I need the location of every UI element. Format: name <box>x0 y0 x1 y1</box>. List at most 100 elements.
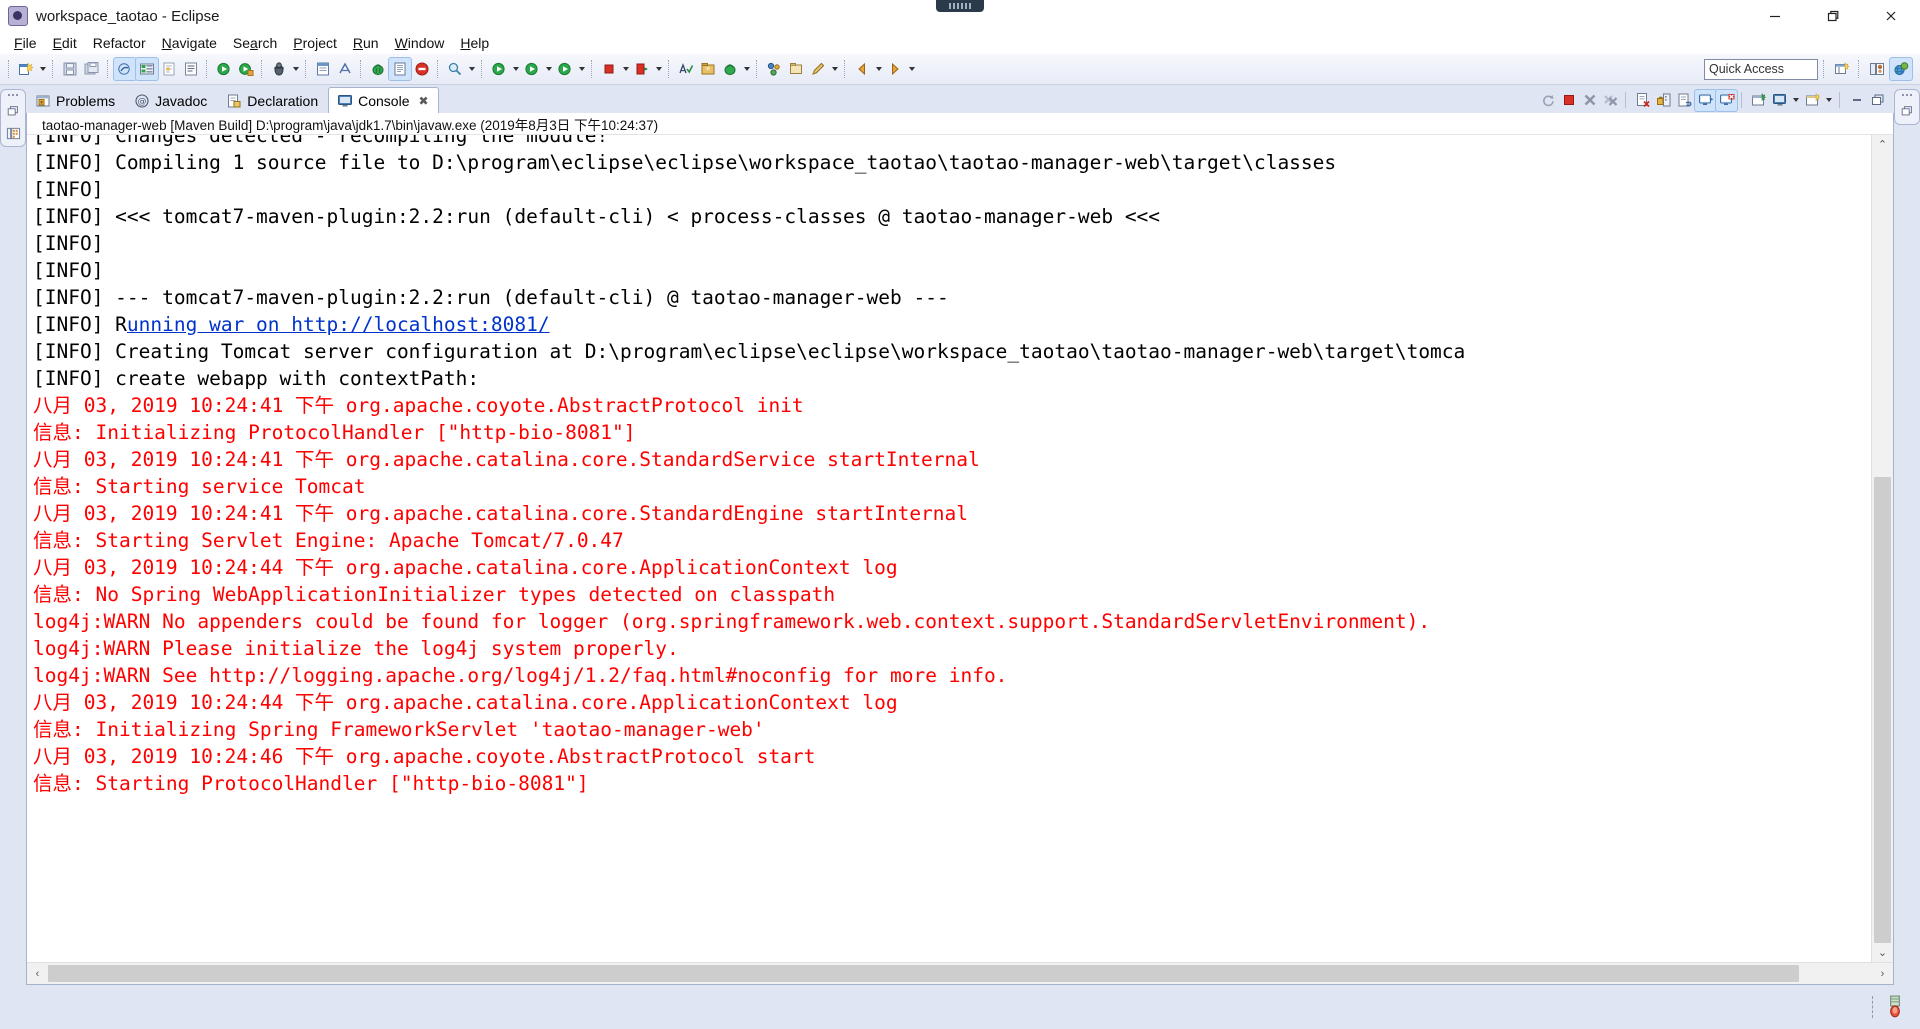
open-console-icon[interactable] <box>1802 90 1823 111</box>
display-selected-console-dropdown-arrow[interactable] <box>1790 90 1802 111</box>
pencil-dropdown-arrow[interactable] <box>829 58 840 80</box>
menu-project[interactable]: Project <box>285 33 345 53</box>
new-java-class-icon[interactable] <box>312 58 334 80</box>
external-tools-icon[interactable] <box>697 58 719 80</box>
remove-all-launches-icon[interactable] <box>1600 90 1621 111</box>
run-as-icon[interactable] <box>488 58 510 80</box>
new-wizard-icon[interactable] <box>15 58 37 80</box>
menu-help[interactable]: Help <box>452 33 497 53</box>
coverage-dropdown-arrow[interactable] <box>576 58 587 80</box>
back-dropdown-arrow[interactable] <box>873 58 884 80</box>
stop-server-dropdown-arrow[interactable] <box>653 58 664 80</box>
restore-view-icon[interactable] <box>4 102 22 120</box>
show-console-on-output-icon[interactable] <box>1694 88 1717 112</box>
restore-button[interactable] <box>1804 0 1862 32</box>
run-last-tool-icon[interactable] <box>235 58 257 80</box>
skip-breakpoints-icon[interactable] <box>158 58 180 80</box>
open-task-icon[interactable] <box>180 58 202 80</box>
relaunch-icon[interactable] <box>1537 90 1558 111</box>
run-as-dropdown-arrow[interactable] <box>510 58 521 80</box>
tab-problems[interactable]: Problems <box>26 88 125 113</box>
debug-dropdown-arrow[interactable] <box>290 58 301 80</box>
menu-navigate[interactable]: Navigate <box>154 33 225 53</box>
search-dropdown-arrow[interactable] <box>466 58 477 80</box>
trim-drag-dots <box>8 92 18 98</box>
terminate-icon[interactable] <box>598 58 620 80</box>
forward-dropdown-arrow[interactable] <box>906 58 917 80</box>
open-perspective-icon[interactable] <box>1831 58 1853 80</box>
vertical-scroll-track[interactable] <box>1872 154 1893 943</box>
minimize-button[interactable] <box>1746 0 1804 32</box>
scroll-left-arrow[interactable]: ‹ <box>27 963 48 984</box>
search-icon[interactable] <box>444 58 466 80</box>
close-button[interactable] <box>1862 0 1920 32</box>
pin-console-icon[interactable] <box>1748 90 1769 111</box>
show-console-on-error-icon[interactable] <box>1715 88 1738 112</box>
tab-declaration[interactable]: Declaration <box>217 88 328 113</box>
maximize-view-icon[interactable] <box>1867 90 1888 111</box>
horizontal-scroll-thumb[interactable] <box>48 965 1800 982</box>
maven-build-icon[interactable] <box>367 58 389 80</box>
tab-javadoc[interactable]: @ Javadoc <box>125 88 217 113</box>
tomcat-status-icon[interactable] <box>1884 995 1906 1019</box>
menu-file[interactable]: File <box>6 33 45 53</box>
window-drag-grip[interactable] <box>936 0 984 12</box>
open-console-dropdown-arrow[interactable] <box>1823 90 1835 111</box>
menu-search[interactable]: Search <box>225 33 285 53</box>
spell-check-icon[interactable] <box>675 58 697 80</box>
profile-dropdown-arrow[interactable] <box>741 58 752 80</box>
terminate-dropdown-arrow[interactable] <box>620 58 631 80</box>
display-selected-console-icon[interactable] <box>1769 90 1790 111</box>
scroll-lock-icon[interactable] <box>1653 90 1674 111</box>
debug-icon[interactable] <box>268 58 290 80</box>
vertical-scroll-thumb[interactable] <box>1874 477 1891 943</box>
scroll-up-arrow[interactable]: ⌃ <box>1872 135 1893 154</box>
stop-server-icon[interactable] <box>631 58 653 80</box>
svg-text:@: @ <box>138 97 147 107</box>
tab-console[interactable]: Console ✖ <box>328 87 439 113</box>
console-output[interactable]: [INFO] Changes detected - recompiling th… <box>27 135 1871 962</box>
save-icon[interactable] <box>59 58 81 80</box>
word-wrap-icon[interactable] <box>1674 90 1695 111</box>
horizontal-scroll-track[interactable] <box>48 963 1872 984</box>
run-configurations-icon[interactable] <box>521 58 543 80</box>
error-marker-icon[interactable] <box>411 58 433 80</box>
java-ee-perspective-icon[interactable] <box>1889 57 1913 81</box>
profile-icon[interactable] <box>719 58 741 80</box>
quick-access-input[interactable]: Quick Access <box>1704 58 1818 80</box>
window-controls <box>1746 0 1920 32</box>
new-annotation-icon[interactable] <box>334 58 356 80</box>
save-all-icon[interactable] <box>81 58 103 80</box>
back-icon[interactable] <box>851 58 873 80</box>
svn-commit-icon[interactable] <box>763 58 785 80</box>
menu-refactor[interactable]: Refactor <box>85 33 154 53</box>
terminate-icon[interactable] <box>1558 90 1579 111</box>
console-vertical-scrollbar[interactable]: ⌃ ⌄ <box>1871 135 1893 962</box>
restore-view-icon[interactable] <box>1898 102 1916 120</box>
forward-icon[interactable] <box>884 58 906 80</box>
close-icon[interactable]: ✖ <box>419 94 429 108</box>
console-horizontal-scrollbar[interactable]: ‹ › <box>27 962 1893 984</box>
minimized-view-stack <box>0 89 26 147</box>
minimize-view-icon[interactable] <box>1846 90 1867 111</box>
menu-edit[interactable]: Edit <box>45 33 85 53</box>
pencil-icon[interactable] <box>807 58 829 80</box>
menu-window[interactable]: Window <box>387 33 453 53</box>
run-icon[interactable] <box>213 58 235 80</box>
run-configurations-dropdown-arrow[interactable] <box>543 58 554 80</box>
clear-console-icon[interactable] <box>1632 90 1653 111</box>
build-all-icon[interactable] <box>135 57 159 81</box>
toggle-java-editor-icon[interactable] <box>113 57 137 81</box>
console-line: [INFO] Compiling 1 source file to D:\pro… <box>33 151 1337 174</box>
open-type-icon[interactable] <box>388 57 412 81</box>
coverage-icon[interactable] <box>554 58 576 80</box>
new-wizard-dropdown-arrow[interactable] <box>37 58 48 80</box>
remove-launch-icon[interactable] <box>1579 90 1600 111</box>
menu-run[interactable]: Run <box>345 33 387 53</box>
svn-update-icon[interactable] <box>785 58 807 80</box>
scroll-right-arrow[interactable]: › <box>1872 963 1893 984</box>
scroll-down-arrow[interactable]: ⌄ <box>1872 943 1893 962</box>
package-explorer-icon[interactable] <box>4 124 22 142</box>
console-hyperlink[interactable]: unning war on http://localhost:8081/ <box>127 313 550 336</box>
java-perspective-icon[interactable] <box>1866 58 1888 80</box>
